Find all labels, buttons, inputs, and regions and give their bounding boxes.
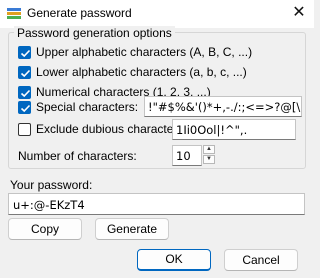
ok-button[interactable]: OK (137, 249, 211, 271)
special-characters-input[interactable]: !"#$%&'()*+,-./:;<=>?@[\]^_`{ (144, 96, 302, 117)
special-label: Special characters: (36, 100, 139, 114)
cancel-button[interactable]: Cancel (224, 249, 298, 271)
title-bar: Generate password ✕ (0, 0, 314, 28)
generate-button[interactable]: Generate (95, 218, 169, 240)
window-title: Generate password (27, 6, 132, 20)
password-label: Your password: (10, 178, 93, 192)
checkmark-icon (20, 104, 31, 113)
upper-checkbox[interactable] (18, 46, 31, 59)
exclude-label: Exclude dubious characters: (36, 122, 187, 136)
spin-up-icon[interactable]: ▲ (203, 145, 215, 154)
numeric-checkbox[interactable] (18, 86, 31, 99)
checkmark-icon (20, 49, 31, 58)
copy-button[interactable]: Copy (8, 218, 82, 240)
password-field[interactable]: u+:@-EKzT4 (8, 193, 305, 215)
count-label: Number of characters: (18, 149, 137, 163)
group-label: Password generation options (14, 26, 175, 40)
lower-checkbox[interactable] (18, 66, 31, 79)
spin-down-icon[interactable]: ▼ (203, 155, 215, 164)
checkmark-icon (20, 89, 31, 98)
exclude-checkbox[interactable] (18, 123, 31, 136)
close-icon[interactable]: ✕ (290, 4, 308, 22)
lower-label: Lower alphabetic characters (a, b, c, ..… (36, 65, 247, 79)
count-input[interactable]: 10 (172, 145, 202, 166)
upper-label: Upper alphabetic characters (A, B, C, ..… (36, 45, 253, 59)
special-checkbox[interactable] (18, 101, 31, 114)
checkmark-icon (20, 69, 31, 78)
exclude-characters-input[interactable]: 1Ii0Ool|!^",. (172, 119, 296, 140)
keepass-icon (7, 8, 21, 19)
